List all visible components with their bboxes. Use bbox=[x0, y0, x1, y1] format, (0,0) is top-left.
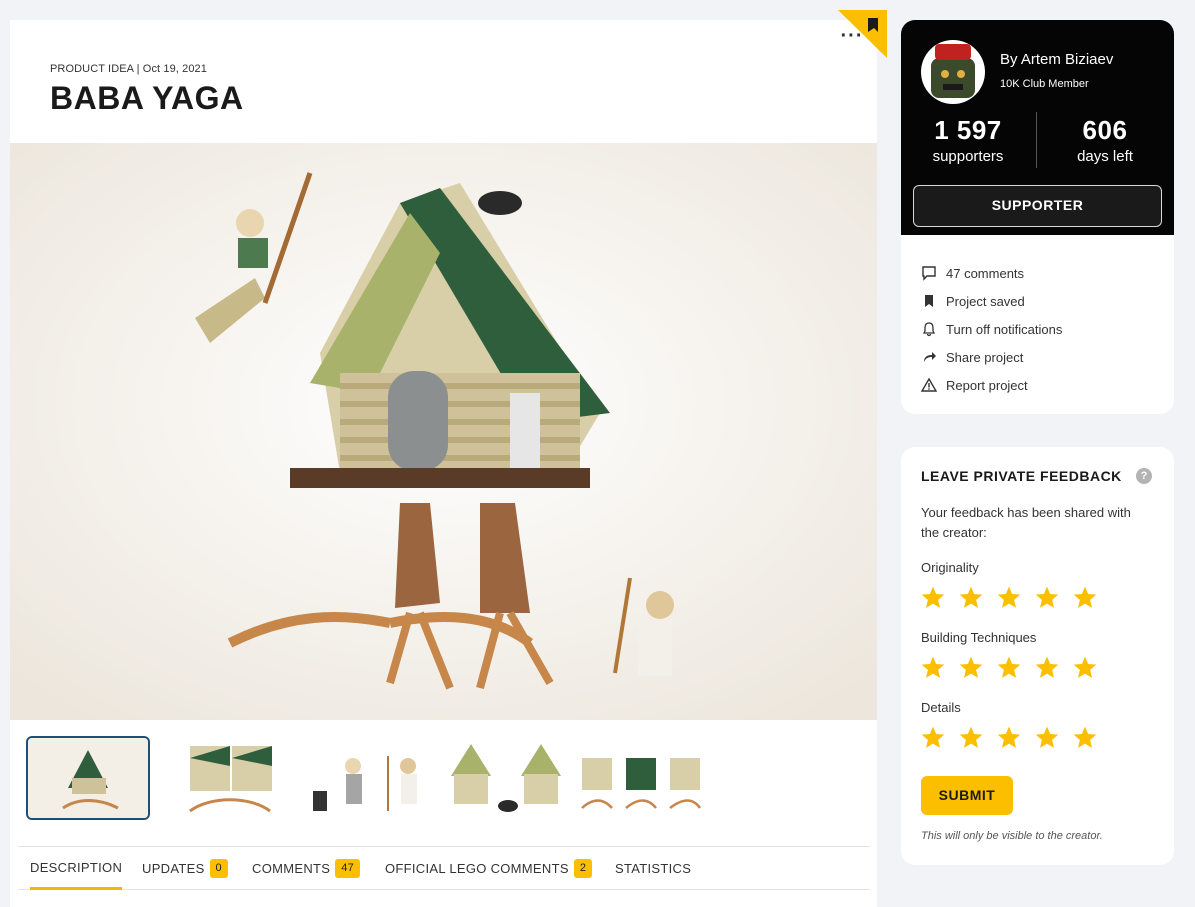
days-left-count: 606 bbox=[1082, 115, 1128, 145]
warning-icon bbox=[921, 377, 937, 392]
supporters-stat: 1 597 supporters bbox=[913, 115, 1023, 165]
submit-button[interactable]: SUBMIT bbox=[921, 776, 1013, 815]
creator-header: By Artem Biziaev 10K Club Member 1 597 s… bbox=[901, 20, 1174, 235]
project-actions: 47 comments Project saved Turn off notif… bbox=[921, 259, 1062, 399]
creator-card: By Artem Biziaev 10K Club Member 1 597 s… bbox=[901, 20, 1174, 414]
updates-count-badge: 0 bbox=[209, 859, 228, 878]
days-left-label: days left bbox=[1077, 148, 1133, 165]
creator-club-badge: 10K Club Member bbox=[1000, 78, 1089, 90]
star-icon[interactable] bbox=[1072, 655, 1098, 680]
help-icon[interactable]: ? bbox=[1136, 468, 1152, 484]
star-icon[interactable] bbox=[958, 585, 984, 610]
visibility-note: This will only be visible to the creator… bbox=[921, 830, 1103, 842]
tab-updates[interactable]: UPDATES 0 bbox=[142, 847, 228, 890]
saved-action[interactable]: Project saved bbox=[921, 287, 1062, 315]
thumbnail-2[interactable] bbox=[170, 736, 294, 820]
star-icon[interactable] bbox=[1034, 585, 1060, 610]
thumbnail-5[interactable] bbox=[578, 736, 702, 820]
days-left-stat: 606 days left bbox=[1050, 115, 1160, 165]
tab-statistics[interactable]: STATISTICS bbox=[615, 847, 691, 890]
comment-icon bbox=[922, 266, 936, 281]
rating-stars-details bbox=[920, 725, 1098, 750]
feedback-message: Your feedback has been shared with the c… bbox=[921, 505, 1131, 540]
page-title: BABA YAGA bbox=[50, 80, 244, 116]
tab-official-lego-comments[interactable]: OFFICIAL LEGO COMMENTS 2 bbox=[385, 847, 593, 890]
bell-icon bbox=[922, 322, 936, 337]
rating-label-details: Details bbox=[921, 700, 961, 715]
star-icon[interactable] bbox=[920, 725, 946, 750]
thumbnail-1[interactable] bbox=[26, 736, 150, 820]
project-tabs: DESCRIPTION UPDATES 0 COMMENTS 47 OFFICI… bbox=[18, 846, 870, 890]
star-icon[interactable] bbox=[1072, 585, 1098, 610]
feedback-card: LEAVE PRIVATE FEEDBACK ? Your feedback h… bbox=[901, 447, 1174, 865]
star-icon[interactable] bbox=[920, 585, 946, 610]
rating-label-building-techniques: Building Techniques bbox=[921, 630, 1037, 645]
comments-action[interactable]: 47 comments bbox=[921, 259, 1062, 287]
thumbnail-3[interactable] bbox=[308, 736, 432, 820]
star-icon[interactable] bbox=[958, 725, 984, 750]
rating-label-originality: Originality bbox=[921, 560, 979, 575]
avatar[interactable] bbox=[921, 40, 985, 104]
notifications-action[interactable]: Turn off notifications bbox=[921, 315, 1062, 343]
star-icon[interactable] bbox=[920, 655, 946, 680]
more-options-button[interactable]: ··· bbox=[838, 26, 866, 50]
thumbnail-4[interactable] bbox=[446, 736, 570, 820]
rating-stars-originality bbox=[920, 585, 1098, 610]
tab-description[interactable]: DESCRIPTION bbox=[30, 847, 123, 890]
supporters-count: 1 597 bbox=[934, 115, 1002, 145]
feedback-title: LEAVE PRIVATE FEEDBACK bbox=[921, 468, 1122, 484]
share-icon bbox=[924, 352, 936, 362]
star-icon[interactable] bbox=[1034, 725, 1060, 750]
project-meta: PRODUCT IDEA | Oct 19, 2021 bbox=[50, 63, 207, 75]
rating-stars-building-techniques bbox=[920, 655, 1098, 680]
star-icon[interactable] bbox=[1072, 725, 1098, 750]
share-action[interactable]: Share project bbox=[921, 343, 1062, 371]
creator-name[interactable]: By Artem Biziaev bbox=[1000, 51, 1113, 68]
star-icon[interactable] bbox=[996, 655, 1022, 680]
project-main-card: PRODUCT IDEA | Oct 19, 2021 BABA YAGA DE… bbox=[10, 20, 877, 907]
comments-count-badge: 47 bbox=[335, 859, 361, 878]
star-icon[interactable] bbox=[996, 585, 1022, 610]
tab-comments[interactable]: COMMENTS 47 bbox=[252, 847, 361, 890]
star-icon[interactable] bbox=[958, 655, 984, 680]
supporters-label: supporters bbox=[932, 148, 1004, 165]
stat-divider bbox=[1036, 112, 1037, 168]
report-action[interactable]: Report project bbox=[921, 371, 1062, 399]
official-comments-count-badge: 2 bbox=[573, 859, 593, 878]
star-icon[interactable] bbox=[996, 725, 1022, 750]
supporter-button[interactable]: SUPPORTER bbox=[913, 185, 1162, 227]
bookmark-icon bbox=[925, 295, 933, 307]
hero-image[interactable] bbox=[10, 143, 877, 720]
star-icon[interactable] bbox=[1034, 655, 1060, 680]
